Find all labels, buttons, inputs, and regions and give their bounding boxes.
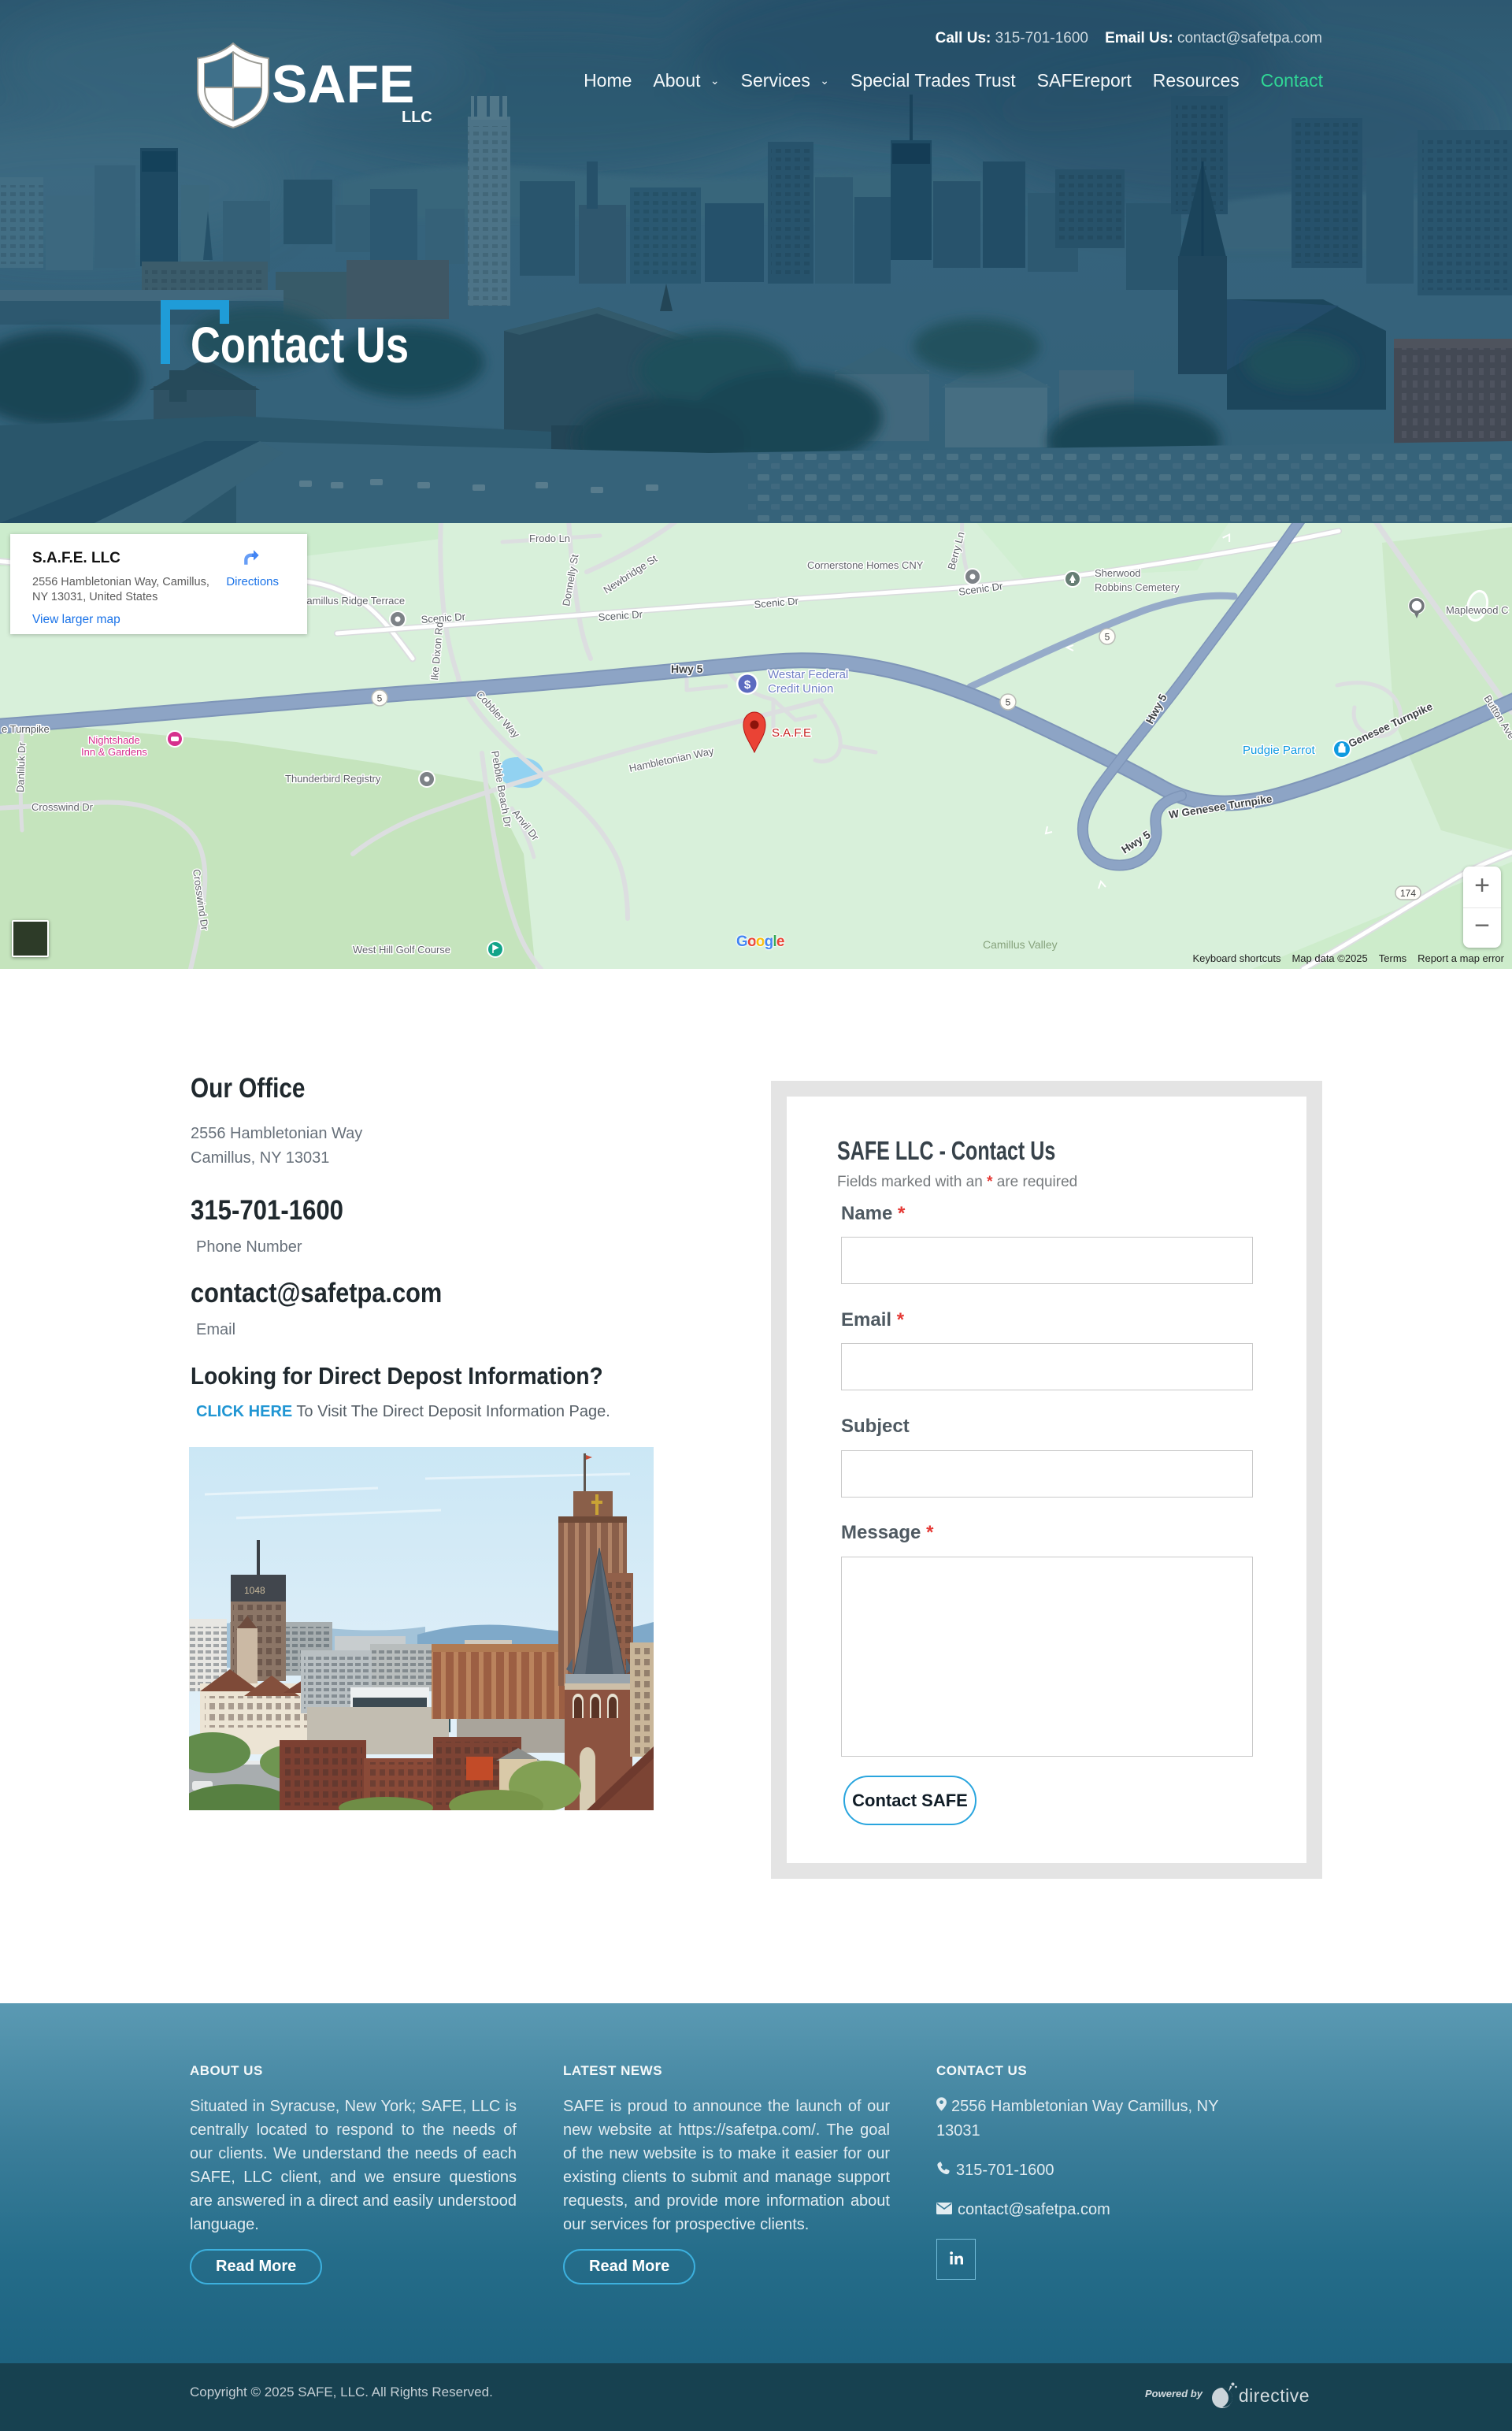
svg-text:Hwy 5: Hwy 5 xyxy=(671,662,703,675)
svg-text:Robbins Cemetery: Robbins Cemetery xyxy=(1095,581,1180,593)
svg-text:5: 5 xyxy=(377,693,383,704)
svg-text:5: 5 xyxy=(1105,632,1110,643)
svg-text:S.A.F.E: S.A.F.E xyxy=(772,726,811,740)
svg-text:West Hill Golf Course: West Hill Golf Course xyxy=(353,944,450,956)
svg-text:Sherwood: Sherwood xyxy=(1095,567,1141,579)
svg-text:Maplewood C: Maplewood C xyxy=(1446,604,1509,616)
svg-text:174: 174 xyxy=(1400,888,1416,899)
svg-text:Camillus Valley: Camillus Valley xyxy=(983,938,1058,951)
svg-text:$: $ xyxy=(744,678,751,692)
svg-text:Pudgie Parrot: Pudgie Parrot xyxy=(1243,744,1316,757)
svg-text:e Turnpike: e Turnpike xyxy=(2,723,50,735)
svg-text:Inn & Gardens: Inn & Gardens xyxy=(81,746,147,758)
svg-text:Cornerstone Homes CNY: Cornerstone Homes CNY xyxy=(807,559,924,571)
svg-text:Crosswind Dr: Crosswind Dr xyxy=(32,801,94,813)
svg-text:Credit Union: Credit Union xyxy=(768,682,833,696)
svg-text:1048: 1048 xyxy=(244,1585,265,1596)
svg-text:Westar Federal: Westar Federal xyxy=(768,668,848,681)
svg-text:LLC: LLC xyxy=(402,109,432,126)
svg-text:Camillus Ridge Terrace: Camillus Ridge Terrace xyxy=(299,595,405,607)
svg-text:5: 5 xyxy=(1006,697,1011,708)
svg-text:Thunderbird Registry: Thunderbird Registry xyxy=(285,773,381,785)
svg-text:Danliluk Dr: Danliluk Dr xyxy=(14,741,28,792)
svg-text:Nightshade: Nightshade xyxy=(88,734,140,746)
svg-text:Frodo Ln: Frodo Ln xyxy=(529,533,570,544)
svg-text:SAFE: SAFE xyxy=(272,54,414,114)
